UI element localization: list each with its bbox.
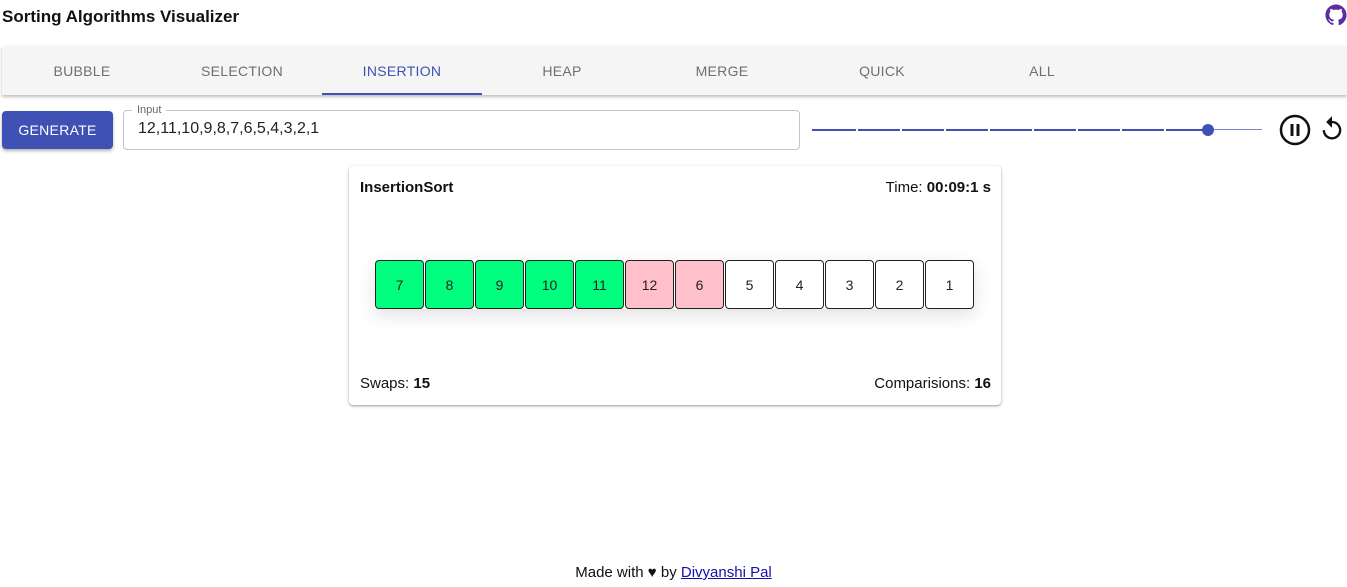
swaps-value: 15 (413, 375, 431, 392)
slider-mark (1120, 128, 1122, 132)
time-label: Time: (885, 179, 923, 196)
tab-bubble[interactable]: BUBBLE (2, 46, 162, 95)
author-link[interactable]: Divyanshi Pal (681, 564, 772, 581)
array-cell: 8 (425, 260, 474, 309)
tab-merge[interactable]: MERGE (642, 46, 802, 95)
slider-thumb[interactable] (1202, 124, 1214, 136)
input-label: Input (132, 104, 167, 116)
array-cell: 1 (925, 260, 974, 309)
tab-all[interactable]: ALL (962, 46, 1122, 95)
time-display: Time: 00:09:1 s (886, 179, 991, 196)
tab-quick[interactable]: QUICK (802, 46, 962, 95)
comparisons-stat: Comparisions: 16 (874, 375, 991, 392)
active-tab-indicator (322, 93, 482, 95)
array-bars: 7 8 9 10 11 12 6 5 4 3 2 1 (375, 260, 974, 309)
comparisons-label: Comparisions: (874, 375, 971, 392)
github-icon[interactable] (1325, 4, 1347, 26)
array-input-field: Input (123, 104, 800, 150)
restart-icon[interactable] (1318, 115, 1346, 143)
algorithm-title: InsertionSort (360, 179, 454, 196)
speed-slider[interactable] (812, 120, 1262, 140)
slider-mark (900, 128, 902, 132)
slider-mark (856, 128, 858, 132)
comparisons-value: 16 (974, 375, 991, 392)
swaps-label: Swaps: (360, 375, 410, 392)
visualizer-card: InsertionSort Time: 00:09:1 s 7 8 9 10 11 12 6… (349, 166, 1001, 405)
pause-circle-icon[interactable] (1279, 114, 1311, 146)
array-cell: 11 (575, 260, 624, 309)
app-title: Sorting Algorithms Visualizer (2, 7, 240, 26)
array-cell: 12 (625, 260, 674, 309)
heart-icon: ♥ (647, 564, 657, 581)
slider-mark (988, 128, 990, 132)
slider-mark (1076, 128, 1078, 132)
array-cell: 2 (875, 260, 924, 309)
slider-mark (944, 128, 946, 132)
generate-button[interactable]: GENERATE (2, 111, 113, 149)
array-cell: 10 (525, 260, 574, 309)
slider-track (812, 129, 1208, 131)
tab-heap[interactable]: HEAP (482, 46, 642, 95)
array-cell: 3 (825, 260, 874, 309)
array-cell: 4 (775, 260, 824, 309)
time-value: 00:09:1 s (926, 179, 991, 196)
array-cell: 9 (475, 260, 524, 309)
slider-mark (1164, 128, 1166, 132)
tab-selection[interactable]: SELECTION (162, 46, 322, 95)
array-cell: 6 (675, 260, 724, 309)
tab-insertion[interactable]: INSERTION (322, 46, 482, 95)
footer-text: Made with (575, 564, 644, 581)
slider-mark (1032, 128, 1034, 132)
footer: Made with ♥ by Divyanshi Pal (0, 564, 1347, 581)
array-input[interactable] (138, 120, 778, 138)
swaps-stat: Swaps: 15 (360, 375, 430, 392)
array-cell: 7 (375, 260, 424, 309)
footer-by: by (660, 564, 677, 581)
array-cell: 5 (725, 260, 774, 309)
algorithm-tabs: BUBBLE SELECTION INSERTION HEAP MERGE QU… (2, 46, 1347, 95)
